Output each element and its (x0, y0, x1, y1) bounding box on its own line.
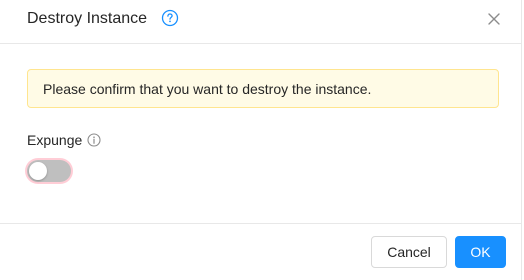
expunge-toggle[interactable] (27, 160, 71, 182)
ok-button[interactable]: OK (455, 236, 506, 268)
close-button[interactable] (482, 7, 506, 31)
destroy-instance-dialog: Destroy Instance Please confirm that you… (0, 0, 522, 280)
confirm-alert: Please confirm that you want to destroy … (27, 69, 499, 108)
expunge-field-label-row: Expunge (27, 131, 101, 149)
cancel-button[interactable]: Cancel (371, 236, 447, 268)
dialog-header: Destroy Instance (0, 0, 522, 44)
question-circle-icon[interactable] (161, 9, 179, 27)
toggle-knob (29, 162, 47, 180)
close-icon (488, 13, 500, 25)
alert-message: Please confirm that you want to destroy … (43, 81, 372, 97)
expunge-label: Expunge (27, 132, 83, 148)
dialog-footer: Cancel OK (0, 223, 522, 280)
dialog-title: Destroy Instance (27, 10, 148, 27)
info-circle-icon[interactable] (87, 133, 101, 147)
